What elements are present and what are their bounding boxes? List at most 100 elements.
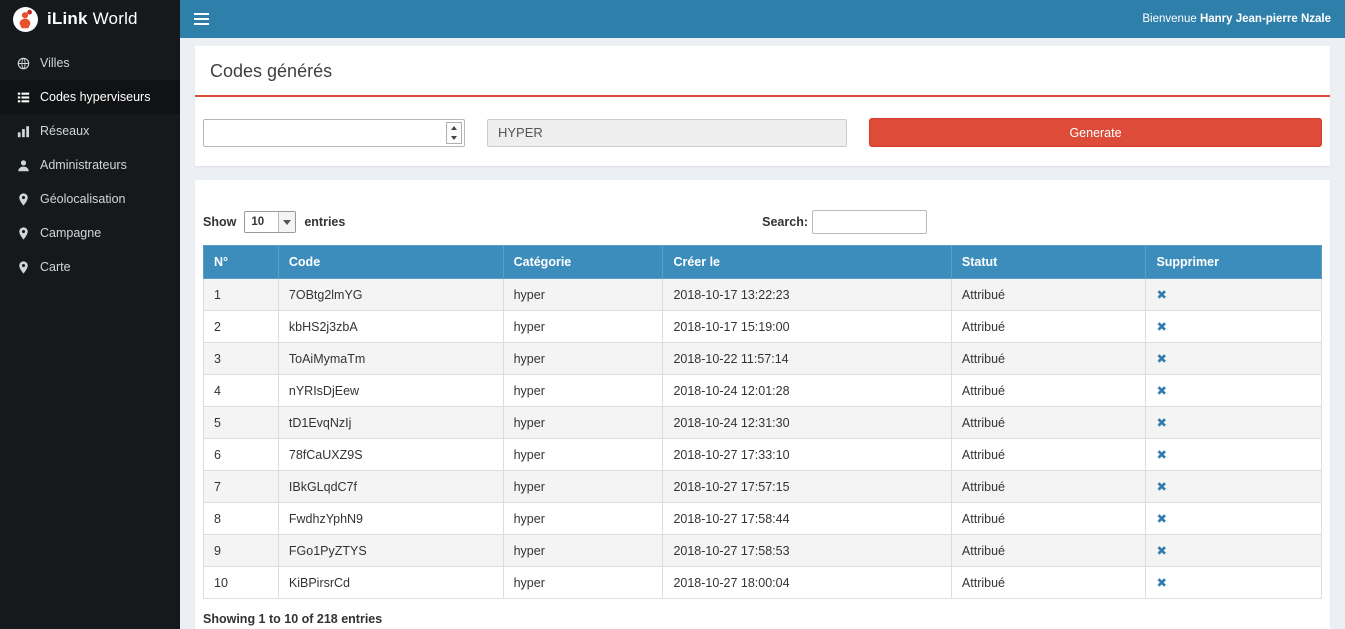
sidebar-item-administrateurs[interactable]: Administrateurs (0, 148, 180, 182)
sidebar-toggle-icon[interactable] (194, 13, 212, 25)
cell-num: 10 (204, 567, 279, 599)
cell-delete: ✖ (1146, 375, 1322, 407)
entries-label: entries (304, 215, 345, 229)
code-count-input[interactable] (204, 120, 439, 146)
delete-icon[interactable]: ✖ (1156, 416, 1166, 430)
code-count-field (203, 119, 465, 147)
sidebar-item-carte[interactable]: Carte (0, 250, 180, 284)
welcome-text: Bienvenue Hanry Jean-pierre Nzale (1142, 13, 1331, 25)
table-body: 17OBtg2lmYGhyper2018-10-17 13:22:23Attri… (204, 279, 1322, 599)
delete-icon[interactable]: ✖ (1156, 544, 1166, 558)
generate-button[interactable]: Generate (869, 118, 1322, 147)
cell-delete: ✖ (1146, 407, 1322, 439)
cell-delete: ✖ (1146, 567, 1322, 599)
top-navbar: Bienvenue Hanry Jean-pierre Nzale (180, 0, 1345, 38)
delete-icon[interactable]: ✖ (1156, 576, 1166, 590)
marker-icon (16, 227, 30, 240)
cell-code: KiBPirsrCd (278, 567, 503, 599)
cell-created: 2018-10-24 12:01:28 (663, 375, 951, 407)
cell-created: 2018-10-22 11:57:14 (663, 343, 951, 375)
header-code[interactable]: Code (278, 246, 503, 279)
page-title: Codes générés (195, 46, 1330, 97)
header-num[interactable]: N° (204, 246, 279, 279)
sidebar-item-label: Villes (40, 56, 70, 70)
search-control: Search: (762, 210, 927, 234)
codes-table-panel: Show 10 entries Search: (195, 180, 1330, 629)
cell-num: 1 (204, 279, 279, 311)
search-input[interactable] (812, 210, 927, 234)
delete-icon[interactable]: ✖ (1156, 384, 1166, 398)
app-title: iLink World (47, 9, 138, 29)
category-input (487, 119, 847, 147)
cell-created: 2018-10-17 13:22:23 (663, 279, 951, 311)
sidebar-item-label: Géolocalisation (40, 192, 125, 206)
marker-icon (16, 193, 30, 206)
page-size-control: Show 10 entries (203, 211, 345, 233)
header-status[interactable]: Statut (951, 246, 1146, 279)
cell-category: hyper (503, 471, 663, 503)
table-row: 7IBkGLqdC7fhyper2018-10-27 17:57:15Attri… (204, 471, 1322, 503)
cell-num: 9 (204, 535, 279, 567)
cell-num: 3 (204, 343, 279, 375)
number-spinner (446, 122, 462, 144)
sidebar-item-codes-hyperviseurs[interactable]: Codes hyperviseurs (0, 80, 180, 114)
table-row: 5tD1EvqNzIjhyper2018-10-24 12:31:30Attri… (204, 407, 1322, 439)
spinner-up-icon[interactable] (447, 123, 461, 133)
cell-category: hyper (503, 535, 663, 567)
cell-status: Attribué (951, 567, 1146, 599)
table-row: 4nYRIsDjEewhyper2018-10-24 12:01:28Attri… (204, 375, 1322, 407)
header-delete[interactable]: Supprimer (1146, 246, 1322, 279)
cell-created: 2018-10-24 12:31:30 (663, 407, 951, 439)
delete-icon[interactable]: ✖ (1156, 512, 1166, 526)
cell-num: 5 (204, 407, 279, 439)
cell-category: hyper (503, 439, 663, 471)
sidebar-menu: Villes Codes hyperviseurs Réseaux Administr… (0, 38, 180, 629)
list-icon (16, 91, 30, 104)
cell-code: tD1EvqNzIj (278, 407, 503, 439)
cell-delete: ✖ (1146, 311, 1322, 343)
user-icon (16, 159, 30, 172)
cell-category: hyper (503, 343, 663, 375)
cell-category: hyper (503, 503, 663, 535)
table-row: 3ToAiMymaTmhyper2018-10-22 11:57:14Attri… (204, 343, 1322, 375)
page-size-select[interactable]: 10 (244, 211, 296, 233)
sidebar-item-label: Campagne (40, 226, 101, 240)
sidebar-item-campagne[interactable]: Campagne (0, 216, 180, 250)
header-category[interactable]: Catégorie (503, 246, 663, 279)
delete-icon[interactable]: ✖ (1156, 352, 1166, 366)
cell-status: Attribué (951, 279, 1146, 311)
sidebar-item-reseaux[interactable]: Réseaux (0, 114, 180, 148)
table-row: 2kbHS2j3zbAhyper2018-10-17 15:19:00Attri… (204, 311, 1322, 343)
table-row: 17OBtg2lmYGhyper2018-10-17 13:22:23Attri… (204, 279, 1322, 311)
sidebar-item-label: Carte (40, 260, 71, 274)
top-bar: iLink World Bienvenue Hanry Jean-pierre … (0, 0, 1345, 38)
cell-status: Attribué (951, 503, 1146, 535)
cell-category: hyper (503, 311, 663, 343)
cell-status: Attribué (951, 311, 1146, 343)
table-row: 678fCaUXZ9Shyper2018-10-27 17:33:10Attri… (204, 439, 1322, 471)
cell-code: 78fCaUXZ9S (278, 439, 503, 471)
delete-icon[interactable]: ✖ (1156, 448, 1166, 462)
sidebar-item-villes[interactable]: Villes (0, 46, 180, 80)
spinner-down-icon[interactable] (447, 133, 461, 143)
delete-icon[interactable]: ✖ (1156, 288, 1166, 302)
cell-delete: ✖ (1146, 439, 1322, 471)
app-logo-icon (12, 6, 39, 33)
cell-num: 4 (204, 375, 279, 407)
chart-icon (16, 125, 30, 138)
delete-icon[interactable]: ✖ (1156, 480, 1166, 494)
sidebar-item-geolocalisation[interactable]: Géolocalisation (0, 182, 180, 216)
globe-icon (16, 57, 30, 70)
delete-icon[interactable]: ✖ (1156, 320, 1166, 334)
cell-status: Attribué (951, 343, 1146, 375)
cell-delete: ✖ (1146, 503, 1322, 535)
cell-code: kbHS2j3zbA (278, 311, 503, 343)
header-created[interactable]: Créer le (663, 246, 951, 279)
sidebar-item-label: Réseaux (40, 124, 89, 138)
cell-num: 7 (204, 471, 279, 503)
cell-num: 6 (204, 439, 279, 471)
cell-category: hyper (503, 407, 663, 439)
cell-category: hyper (503, 567, 663, 599)
search-label: Search: (762, 215, 808, 229)
brand-logo-area[interactable]: iLink World (0, 0, 180, 38)
